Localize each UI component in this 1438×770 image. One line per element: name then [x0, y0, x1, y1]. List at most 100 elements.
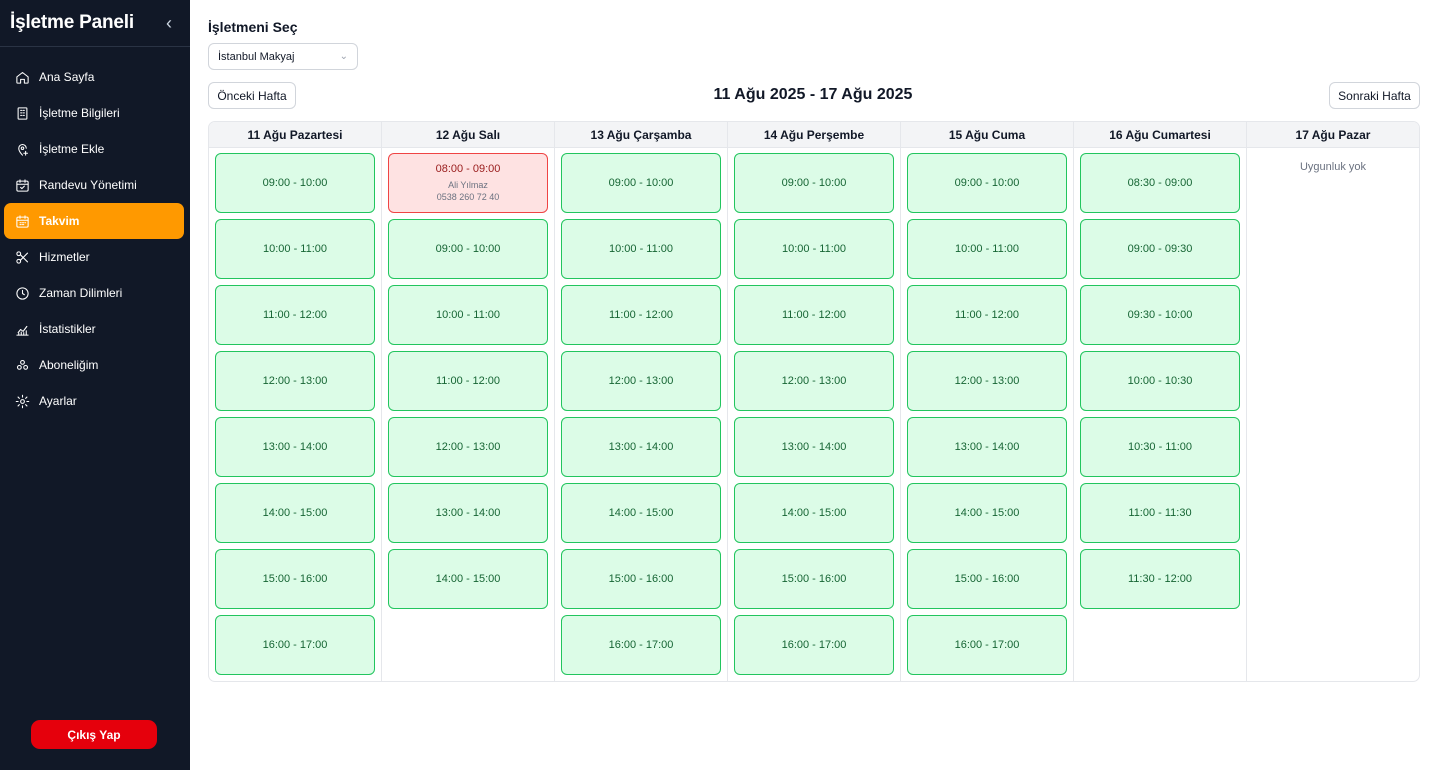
available-slot[interactable]: 08:30 - 09:00: [1080, 153, 1240, 213]
available-slot[interactable]: 13:00 - 14:00: [734, 417, 894, 477]
slot-time: 11:30 - 12:00: [1127, 573, 1192, 585]
slot-time: 16:00 - 17:00: [262, 639, 328, 651]
available-slot[interactable]: 12:00 - 13:00: [561, 351, 721, 411]
business-select[interactable]: İstanbul Makyaj ⌄: [208, 43, 358, 70]
available-slot[interactable]: 14:00 - 15:00: [734, 483, 894, 543]
available-slot[interactable]: 09:30 - 10:00: [1080, 285, 1240, 345]
available-slot[interactable]: 09:00 - 10:00: [561, 153, 721, 213]
sidebar-item-scissors[interactable]: Hizmetler: [4, 239, 184, 275]
booked-slot[interactable]: 08:00 - 09:00 Ali Yılmaz 0538 260 72 40: [388, 153, 548, 213]
available-slot[interactable]: 13:00 - 14:00: [388, 483, 548, 543]
available-slot[interactable]: 11:00 - 12:00: [388, 351, 548, 411]
available-slot[interactable]: 16:00 - 17:00: [561, 615, 721, 675]
sidebar: İşletme Paneli ‹ Ana Sayfa İşletme Bilgil…: [0, 0, 190, 770]
available-slot[interactable]: 11:30 - 12:00: [1080, 549, 1240, 609]
available-slot[interactable]: 12:00 - 13:00: [907, 351, 1067, 411]
available-slot[interactable]: 14:00 - 15:00: [907, 483, 1067, 543]
customer-name: Ali Yılmaz: [448, 180, 488, 190]
home-icon: [14, 69, 30, 85]
available-slot[interactable]: 10:00 - 11:00: [388, 285, 548, 345]
slot-time: 16:00 - 17:00: [781, 639, 847, 651]
available-slot[interactable]: 09:00 - 10:00: [388, 219, 548, 279]
slot-time: 13:00 - 14:00: [781, 441, 847, 453]
slot-time: 09:00 - 10:00: [781, 177, 847, 189]
available-slot[interactable]: 09:00 - 10:00: [734, 153, 894, 213]
day-header: 13 Ağu Çarşamba: [555, 122, 727, 148]
available-slot[interactable]: 16:00 - 17:00: [907, 615, 1067, 675]
next-week-button[interactable]: Sonraki Hafta: [1329, 82, 1420, 109]
available-slot[interactable]: 09:00 - 09:30: [1080, 219, 1240, 279]
slot-time: 14:00 - 15:00: [262, 507, 328, 519]
sidebar-item-label: Hizmetler: [39, 250, 90, 264]
day-column: 15 Ağu Cuma 09:00 - 10:00 10:00 - 11:00 11:…: [901, 122, 1074, 681]
slot-time: 12:00 - 13:00: [781, 375, 847, 387]
day-header: 17 Ağu Pazar: [1247, 122, 1419, 148]
sidebar-item-calendar-check[interactable]: Randevu Yönetimi: [4, 167, 184, 203]
chart-icon: [14, 321, 30, 337]
slot-time: 11:00 - 12:00: [435, 375, 500, 387]
sidebar-item-chart[interactable]: İstatistikler: [4, 311, 184, 347]
sidebar-item-subscription[interactable]: Aboneliğim: [4, 347, 184, 383]
slot-time: 09:30 - 10:00: [1127, 309, 1193, 321]
day-column: 12 Ağu Salı 08:00 - 09:00 Ali Yılmaz 0538 2…: [382, 122, 555, 681]
available-slot[interactable]: 10:00 - 11:00: [734, 219, 894, 279]
available-slot[interactable]: 16:00 - 17:00: [734, 615, 894, 675]
day-column: 14 Ağu Perşembe 09:00 - 10:00 10:00 - 11:0…: [728, 122, 901, 681]
sidebar-item-clock[interactable]: Zaman Dilimleri: [4, 275, 184, 311]
available-slot[interactable]: 12:00 - 13:00: [388, 417, 548, 477]
slot-time: 10:00 - 11:00: [435, 309, 500, 321]
sidebar-item-home[interactable]: Ana Sayfa: [4, 59, 184, 95]
available-slot[interactable]: 11:00 - 12:00: [561, 285, 721, 345]
available-slot[interactable]: 10:30 - 11:00: [1080, 417, 1240, 477]
collapse-sidebar-icon[interactable]: ‹: [160, 14, 178, 32]
available-slot[interactable]: 15:00 - 16:00: [907, 549, 1067, 609]
day-header: 12 Ağu Salı: [382, 122, 554, 148]
available-slot[interactable]: 11:00 - 12:00: [907, 285, 1067, 345]
available-slot[interactable]: 15:00 - 16:00: [734, 549, 894, 609]
sidebar-item-location-add[interactable]: İşletme Ekle: [4, 131, 184, 167]
available-slot[interactable]: 15:00 - 16:00: [215, 549, 375, 609]
available-slot[interactable]: 13:00 - 14:00: [561, 417, 721, 477]
available-slot[interactable]: 09:00 - 10:00: [215, 153, 375, 213]
available-slot[interactable]: 11:00 - 12:00: [215, 285, 375, 345]
slot-time: 08:30 - 09:00: [1127, 177, 1193, 189]
available-slot[interactable]: 15:00 - 16:00: [561, 549, 721, 609]
available-slot[interactable]: 16:00 - 17:00: [215, 615, 375, 675]
available-slot[interactable]: 12:00 - 13:00: [215, 351, 375, 411]
available-slot[interactable]: 13:00 - 14:00: [215, 417, 375, 477]
week-range-title: 11 Ağu 2025 - 17 Ağu 2025: [713, 86, 913, 103]
sidebar-item-label: İstatistikler: [39, 322, 96, 336]
available-slot[interactable]: 10:00 - 11:00: [215, 219, 375, 279]
sidebar-item-building[interactable]: İşletme Bilgileri: [4, 95, 184, 131]
slot-time: 15:00 - 16:00: [608, 573, 674, 585]
slot-time: 16:00 - 17:00: [954, 639, 1020, 651]
available-slot[interactable]: 10:00 - 10:30: [1080, 351, 1240, 411]
available-slot[interactable]: 11:00 - 11:30: [1080, 483, 1240, 543]
slot-time: 14:00 - 15:00: [781, 507, 847, 519]
available-slot[interactable]: 10:00 - 11:00: [907, 219, 1067, 279]
available-slot[interactable]: 13:00 - 14:00: [907, 417, 1067, 477]
slot-time: 15:00 - 16:00: [781, 573, 847, 585]
slot-time: 12:00 - 13:00: [954, 375, 1020, 387]
slot-list: 09:00 - 10:00 10:00 - 11:00 11:00 - 12:00 1…: [728, 148, 900, 681]
slot-list: Uygunluk yok: [1247, 148, 1419, 173]
day-column: 16 Ağu Cumartesi 08:30 - 09:00 09:00 - 09:…: [1074, 122, 1247, 681]
business-select-label: İşletmeni Seç: [208, 19, 298, 35]
available-slot[interactable]: 14:00 - 15:00: [215, 483, 375, 543]
sidebar-item-label: Aboneliğim: [39, 358, 99, 372]
sidebar-item-gear[interactable]: Ayarlar: [4, 383, 184, 419]
available-slot[interactable]: 14:00 - 15:00: [561, 483, 721, 543]
available-slot[interactable]: 14:00 - 15:00: [388, 549, 548, 609]
slot-time: 10:30 - 11:00: [1127, 441, 1192, 453]
available-slot[interactable]: 12:00 - 13:00: [734, 351, 894, 411]
slot-time: 09:00 - 10:00: [262, 177, 328, 189]
slot-time: 09:00 - 10:00: [435, 243, 501, 255]
sidebar-item-calendar[interactable]: Takvim: [4, 203, 184, 239]
available-slot[interactable]: 10:00 - 11:00: [561, 219, 721, 279]
scissors-icon: [14, 249, 30, 265]
previous-week-button[interactable]: Önceki Hafta: [208, 82, 296, 109]
available-slot[interactable]: 09:00 - 10:00: [907, 153, 1067, 213]
slot-time: 11:00 - 12:00: [781, 309, 846, 321]
available-slot[interactable]: 11:00 - 12:00: [734, 285, 894, 345]
logout-button[interactable]: Çıkış Yap: [31, 720, 157, 749]
